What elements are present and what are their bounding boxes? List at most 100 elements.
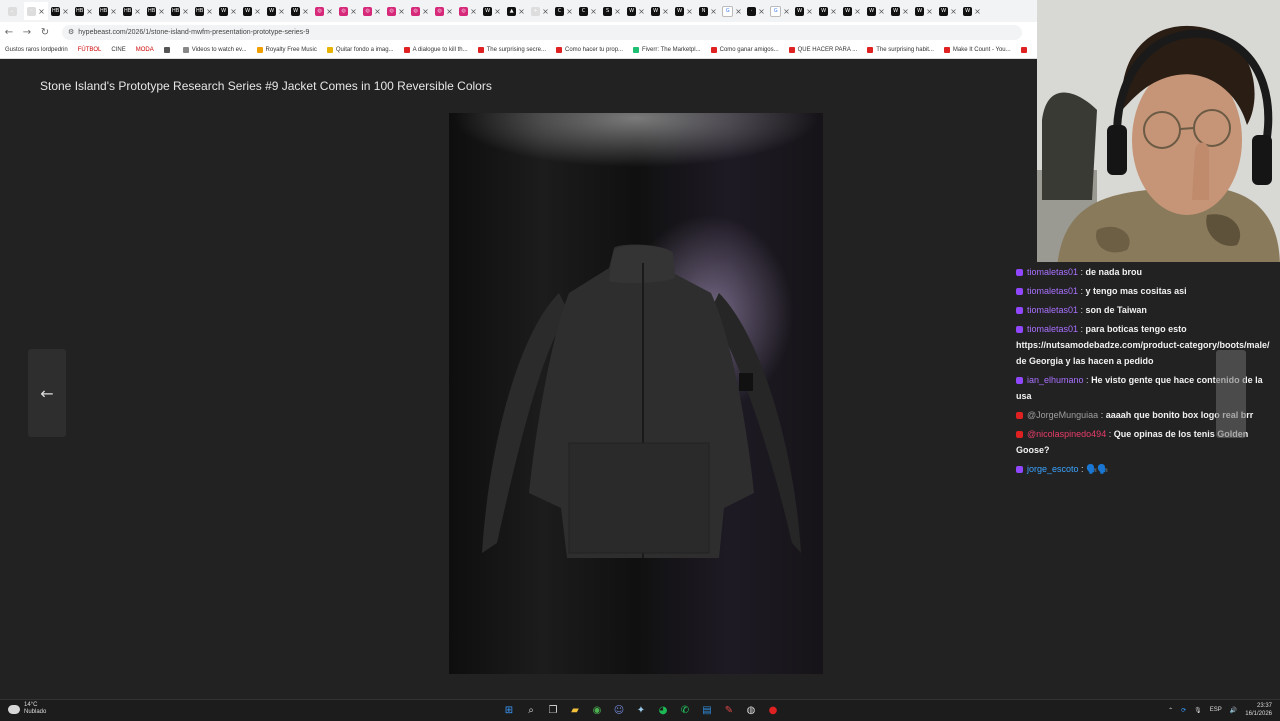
task-view-icon[interactable]: ❐ [545, 702, 561, 718]
browser-tab[interactable]: W × [624, 2, 648, 20]
bookmark-item[interactable]: The surprising secre... [477, 47, 546, 53]
bookmark-item[interactable]: Fiverr: The Marketpl... [633, 47, 701, 53]
bookmark-item[interactable] [163, 47, 173, 53]
browser-tab[interactable]: ◎ × [384, 2, 408, 20]
app-icon[interactable]: ✎ [721, 702, 737, 718]
browser-tab[interactable]: ◎ × [336, 2, 360, 20]
close-tab-icon[interactable]: × [566, 7, 573, 16]
browser-tab[interactable]: W × [288, 2, 312, 20]
browser-tab[interactable]: G × [720, 2, 744, 20]
chat-username[interactable]: tiomaletas01 [1027, 267, 1078, 277]
close-tab-icon[interactable]: × [735, 7, 742, 16]
browser-tab[interactable]: S × [600, 2, 624, 20]
close-tab-icon[interactable]: × [902, 7, 909, 16]
bookmark-item[interactable]: QUE HACER PARA ... [788, 47, 857, 53]
browser-tab[interactable]: ⌄ [0, 2, 24, 20]
chat-username[interactable]: tiomaletas01 [1027, 305, 1078, 315]
close-tab-icon[interactable]: × [974, 7, 981, 16]
close-tab-icon[interactable]: × [926, 7, 933, 16]
browser-tab[interactable]: ◎ × [408, 2, 432, 20]
browser-tab[interactable]: ◎ × [360, 2, 384, 20]
browser-tab[interactable]: W × [840, 2, 864, 20]
close-tab-icon[interactable]: × [542, 7, 549, 16]
browser-tab[interactable]: G × [768, 2, 792, 20]
chat-username[interactable]: jorge_escoto [1027, 464, 1079, 474]
close-tab-icon[interactable]: × [206, 7, 213, 16]
weather-widget[interactable]: 14°C Nublado [8, 702, 46, 716]
browser-tab[interactable]: W × [864, 2, 888, 20]
chat-username[interactable]: @nicolaspinedo494 [1027, 429, 1106, 439]
close-tab-icon[interactable]: × [638, 7, 645, 16]
bookmark-item[interactable]: Royalty Free Music [256, 47, 317, 53]
close-tab-icon[interactable]: × [302, 7, 309, 16]
windows-start-icon[interactable]: ⊞ [501, 702, 517, 718]
forward-icon[interactable]: → [18, 27, 36, 38]
bookmark-item[interactable]: Make It Count - You... [943, 47, 1011, 53]
search-icon[interactable]: ⌕ [523, 702, 539, 718]
close-tab-icon[interactable]: × [374, 7, 381, 16]
browser-tab[interactable]: W × [264, 2, 288, 20]
browser-tab[interactable]: W × [792, 2, 816, 20]
browser-tab[interactable]: W × [912, 2, 936, 20]
bookmark-item[interactable]: Como hacer tu prop... [556, 47, 623, 53]
microphone-icon[interactable]: 🎙 [1194, 707, 1202, 714]
bookmark-item[interactable]: Quitar fondo a imag... [326, 47, 394, 53]
bookmark-item[interactable]: FÚTBOL [78, 47, 102, 53]
chat-username[interactable]: tiomaletas01 [1027, 324, 1078, 334]
chrome-icon[interactable]: ◉ [589, 702, 605, 718]
browser-tab[interactable]: HB × [120, 2, 144, 20]
clock[interactable]: 23:37 16/1/2026 [1245, 702, 1272, 718]
browser-tab[interactable]: W × [216, 2, 240, 20]
browser-tab[interactable]: W × [936, 2, 960, 20]
browser-tab[interactable]: C × [552, 2, 576, 20]
close-tab-icon[interactable]: × [854, 7, 861, 16]
close-tab-icon[interactable]: × [662, 7, 669, 16]
bookmark-item[interactable]: CINE [111, 47, 125, 53]
close-tab-icon[interactable]: × [783, 7, 790, 16]
record-icon[interactable]: ● [765, 702, 781, 718]
browser-tab[interactable]: + × [528, 2, 552, 20]
browser-tab[interactable]: W × [648, 2, 672, 20]
close-tab-icon[interactable]: × [590, 7, 597, 16]
previous-image-button[interactable]: ← [28, 349, 66, 437]
bookmark-item[interactable]: MODA [136, 47, 154, 53]
close-tab-icon[interactable]: × [686, 7, 693, 16]
reload-icon[interactable]: ↻ [36, 27, 54, 38]
language-indicator[interactable]: ESP [1210, 707, 1222, 713]
browser-tab[interactable]: HB × [72, 2, 96, 20]
chevron-up-icon[interactable]: ⌃ [1168, 707, 1173, 714]
close-tab-icon[interactable]: × [38, 7, 45, 16]
browser-tab[interactable]: · × [744, 2, 768, 20]
close-tab-icon[interactable]: × [110, 7, 117, 16]
close-tab-icon[interactable]: × [470, 7, 477, 16]
bookmark-item[interactable] [1020, 47, 1030, 53]
sync-icon[interactable]: ⟳ [1181, 707, 1186, 714]
chat-username[interactable]: ian_elhumano [1027, 375, 1084, 385]
close-tab-icon[interactable]: × [326, 7, 333, 16]
chat-scroll-handle[interactable] [1216, 350, 1246, 438]
browser-tab[interactable]: W × [480, 2, 504, 20]
app-icon[interactable]: ▤ [699, 702, 715, 718]
close-tab-icon[interactable]: × [182, 7, 189, 16]
bookmark-item[interactable]: A dialogue to kill th... [403, 47, 468, 53]
close-tab-icon[interactable]: × [878, 7, 885, 16]
url-input[interactable]: ⚙ hypebeast.com/2026/1/stone-island-mwfm… [62, 24, 1022, 40]
close-tab-icon[interactable]: × [494, 7, 501, 16]
bookmark-item[interactable]: Gustos raros lordpedrin [5, 47, 68, 53]
browser-tab[interactable]: ◎ × [432, 2, 456, 20]
chat-username[interactable]: @JorgeMunguiaa [1027, 410, 1098, 420]
browser-tab[interactable]: ◎ × [456, 2, 480, 20]
close-tab-icon[interactable]: × [830, 7, 837, 16]
close-tab-icon[interactable]: × [254, 7, 261, 16]
bookmark-item[interactable]: The surprising habit... [867, 47, 934, 53]
close-tab-icon[interactable]: × [710, 7, 717, 16]
close-tab-icon[interactable]: × [446, 7, 453, 16]
browser-tab[interactable]: W × [960, 2, 984, 20]
close-tab-icon[interactable]: × [86, 7, 93, 16]
browser-tab[interactable]: W × [672, 2, 696, 20]
back-icon[interactable]: ← [0, 27, 18, 38]
bookmark-item[interactable]: Videos to watch ev... [182, 47, 247, 53]
browser-tab[interactable]: W × [816, 2, 840, 20]
close-tab-icon[interactable]: × [134, 7, 141, 16]
browser-tab[interactable]: HB × [48, 2, 72, 20]
